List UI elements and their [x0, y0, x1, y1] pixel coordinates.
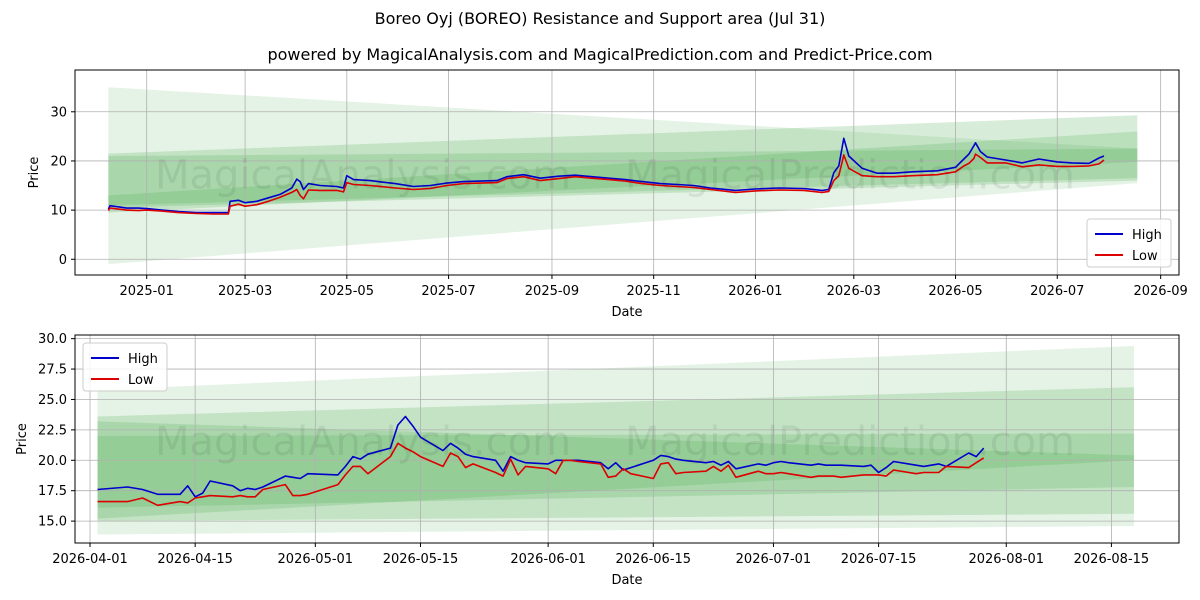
- y-tick-label: 20.0: [38, 454, 67, 469]
- x-tick-label: 2026-08-01: [968, 552, 1044, 567]
- y-tick-label: 30: [50, 105, 67, 120]
- y-tick-label: 10: [50, 204, 67, 219]
- x-axis-label: Date: [611, 573, 642, 588]
- x-tick-label: 2026-05: [928, 284, 982, 299]
- y-tick-label: 22.5: [38, 423, 67, 438]
- watermark-text: MagicalAnalysis.com: [155, 153, 571, 199]
- y-axis-label: Price: [27, 157, 42, 189]
- x-tick-label: 2025-03: [218, 284, 272, 299]
- x-tick-label: 2026-07-01: [736, 552, 812, 567]
- x-tick-label: 2026-04-01: [52, 552, 128, 567]
- x-tick-label: 2025-07: [421, 284, 475, 299]
- x-tick-label: 2025-05: [320, 284, 374, 299]
- watermark-text: MagicalPrediction.com: [625, 419, 1075, 465]
- legend-box: [82, 342, 168, 392]
- watermark-text: MagicalPrediction.com: [625, 153, 1075, 199]
- y-tick-label: 0: [59, 253, 67, 268]
- y-axis-label: Price: [15, 423, 30, 455]
- legend-label-high: High: [1132, 228, 1162, 243]
- legend-label-low: Low: [128, 373, 154, 388]
- x-tick-label: 2026-04-15: [157, 552, 233, 567]
- legend-box: [1086, 218, 1172, 268]
- x-tick-label: 2026-06-15: [616, 552, 692, 567]
- watermark-text: MagicalAnalysis.com: [155, 419, 571, 465]
- x-tick-label: 2026-07-15: [841, 552, 917, 567]
- legend-label-high: High: [128, 352, 158, 367]
- x-tick-label: 2026-06-01: [510, 552, 586, 567]
- y-tick-label: 17.5: [38, 484, 67, 499]
- y-tick-label: 27.5: [38, 363, 67, 378]
- x-axis-label: Date: [611, 305, 642, 320]
- legend: High Low: [1086, 218, 1172, 268]
- legend-label-low: Low: [1132, 249, 1158, 264]
- x-tick-label: 2025-09: [525, 284, 579, 299]
- x-tick-label: 2026-01: [728, 284, 782, 299]
- x-tick-label: 2026-05-01: [278, 552, 354, 567]
- x-tick-label: 2026-09: [1133, 284, 1187, 299]
- x-tick-label: 2026-08-15: [1074, 552, 1150, 567]
- legend: High Low: [82, 342, 168, 392]
- x-tick-label: 2026-07: [1030, 284, 1084, 299]
- y-tick-label: 30.0: [38, 332, 67, 347]
- y-tick-label: 15.0: [38, 515, 67, 530]
- x-tick-label: 2025-01: [120, 284, 174, 299]
- x-tick-label: 2026-03: [827, 284, 881, 299]
- chart-panel-1: MagicalAnalysis.com MagicalPrediction.com…: [27, 69, 1188, 320]
- y-tick-label: 20: [50, 154, 67, 169]
- chart-panel-2: MagicalAnalysis.com MagicalPrediction.com…: [15, 332, 1180, 588]
- x-tick-label: 2025-11: [627, 284, 681, 299]
- y-tick-label: 25.0: [38, 393, 67, 408]
- figure: MagicalAnalysis.com MagicalPrediction.com…: [15, 69, 1188, 588]
- x-tick-label: 2026-05-15: [383, 552, 459, 567]
